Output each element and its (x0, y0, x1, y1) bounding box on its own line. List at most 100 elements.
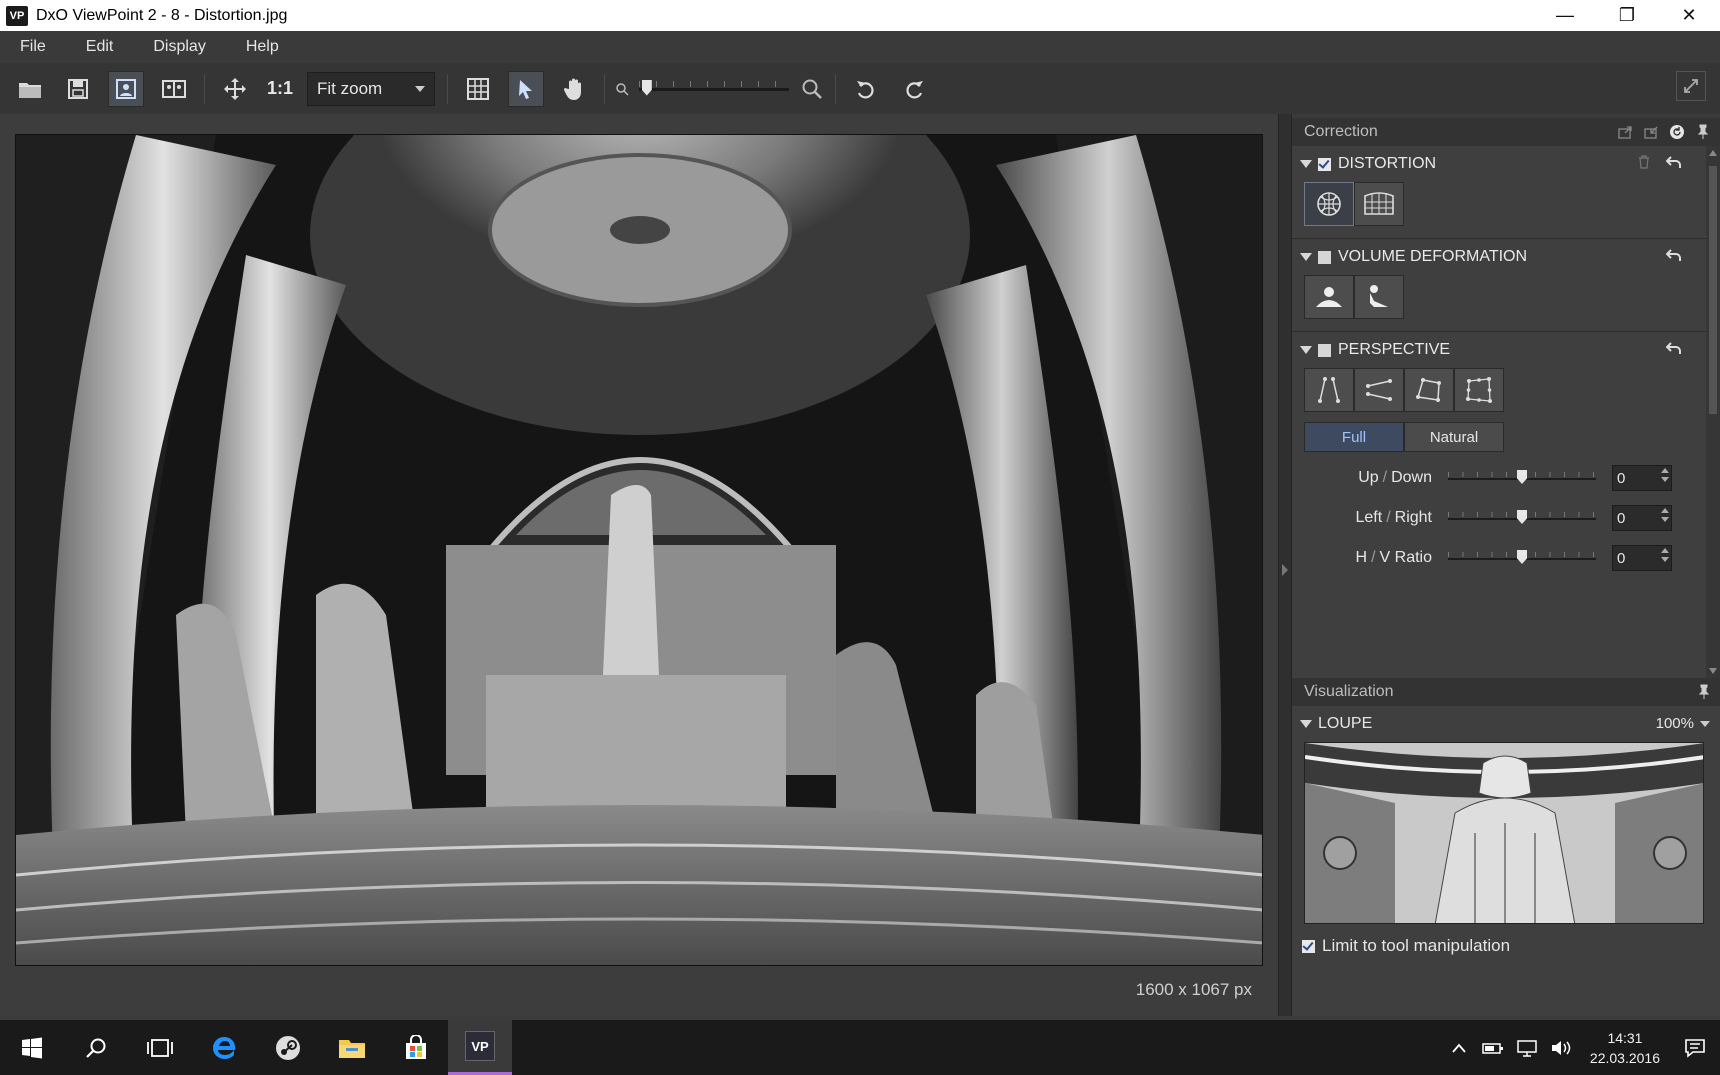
undo-button[interactable] (848, 71, 884, 107)
compare-view-button[interactable] (156, 71, 192, 107)
person-center-icon (1316, 287, 1342, 307)
notifications-icon[interactable] (1684, 1037, 1706, 1059)
trash-icon[interactable] (1638, 155, 1650, 174)
undo-icon[interactable] (1665, 155, 1682, 174)
zoom-slider-thumb[interactable] (641, 79, 652, 96)
pin-icon[interactable] (1694, 123, 1712, 141)
steam-button[interactable] (256, 1020, 320, 1075)
zoom-slider[interactable] (639, 79, 790, 99)
spherical-volume-button[interactable] (1354, 275, 1404, 319)
wide-angle-distortion-button[interactable] (1354, 182, 1404, 226)
store-button[interactable] (384, 1020, 448, 1075)
expand-triangle-icon[interactable] (1300, 160, 1312, 168)
scroll-down-icon[interactable] (1709, 668, 1717, 674)
hv-ratio-slider[interactable] (1448, 550, 1596, 566)
volume-tools (1304, 275, 1706, 319)
spinner-icon[interactable] (1661, 508, 1669, 522)
horizontal-parallel-button[interactable] (1354, 368, 1404, 412)
export-preset-icon[interactable] (1616, 123, 1634, 141)
file-explorer-button[interactable] (320, 1020, 384, 1075)
chevron-up-icon[interactable] (1448, 1037, 1470, 1059)
panel-splitter[interactable] (1278, 114, 1292, 1016)
collapse-arrow-icon[interactable] (1282, 564, 1288, 576)
volume-header[interactable]: VOLUME DEFORMATION (1292, 239, 1706, 275)
perspective-checkbox[interactable] (1318, 343, 1331, 357)
cylindrical-volume-button[interactable] (1304, 275, 1354, 319)
pin-icon[interactable] (1698, 684, 1710, 705)
image-canvas[interactable]: 1600 x 1067 px (0, 114, 1278, 1016)
spinner-icon[interactable] (1661, 548, 1669, 562)
select-tool-button[interactable] (508, 70, 545, 107)
vertical-parallel-button[interactable] (1304, 368, 1354, 412)
correction-panel-header: Correction (1292, 118, 1720, 146)
open-folder-button[interactable] (12, 71, 48, 107)
menu-display[interactable]: Display (133, 38, 225, 56)
toolbar-separator (204, 73, 205, 104)
correction-header-icons (1616, 123, 1712, 141)
battery-power-icon[interactable] (1482, 1037, 1504, 1059)
fisheye-distortion-button[interactable] (1304, 182, 1354, 226)
left-right-value-input[interactable]: 0 (1612, 505, 1672, 531)
left-right-slider[interactable] (1448, 510, 1596, 526)
fullscreen-button[interactable] (1676, 71, 1706, 101)
volume-checkbox[interactable] (1318, 250, 1331, 264)
close-button[interactable]: ✕ (1658, 0, 1720, 31)
loupe-zoom-select[interactable]: 100% (1656, 715, 1710, 732)
distortion-header[interactable]: DISTORTION (1292, 146, 1706, 182)
minimize-button[interactable]: — (1534, 0, 1596, 31)
distortion-checkbox[interactable] (1318, 157, 1331, 171)
toolbar-separator (604, 73, 606, 104)
move-button[interactable] (217, 71, 253, 107)
correction-scrollbar[interactable] (1706, 146, 1720, 678)
scroll-thumb[interactable] (1709, 166, 1717, 414)
slider-thumb[interactable] (1517, 550, 1527, 564)
slider-thumb[interactable] (1517, 510, 1527, 524)
mode-natural-button[interactable]: Natural (1404, 422, 1504, 452)
expand-triangle-icon[interactable] (1300, 253, 1312, 261)
mode-full-button[interactable]: Full (1304, 422, 1404, 452)
undo-icon[interactable] (1665, 248, 1682, 267)
limit-to-tool-checkbox[interactable] (1302, 939, 1315, 953)
perspective-header[interactable]: PERSPECTIVE (1292, 332, 1706, 368)
start-button[interactable] (0, 1020, 64, 1075)
expand-triangle-icon[interactable] (1300, 346, 1312, 354)
zoom-100-button[interactable]: 1:1 (267, 78, 293, 99)
expand-triangle-icon[interactable] (1300, 720, 1312, 728)
volume-icon[interactable] (1550, 1037, 1572, 1059)
single-view-button[interactable] (108, 70, 144, 107)
menu-file[interactable]: File (0, 38, 66, 56)
redo-button[interactable] (896, 71, 932, 107)
limit-to-tool-row[interactable]: Limit to tool manipulation (1292, 924, 1720, 968)
taskbar-clock[interactable]: 14:31 22.03.2016 (1590, 1028, 1660, 1068)
grid-button[interactable] (460, 71, 496, 107)
up-down-slider[interactable] (1448, 470, 1596, 486)
slider-thumb[interactable] (1517, 470, 1527, 484)
reset-all-icon[interactable] (1668, 123, 1686, 141)
hv-ratio-value-input[interactable]: 0 (1612, 545, 1672, 571)
undo-icon[interactable] (1665, 341, 1682, 360)
photo-preview[interactable] (15, 134, 1263, 966)
import-preset-icon[interactable] (1642, 123, 1660, 141)
eight-point-button[interactable] (1454, 368, 1504, 412)
hand-tool-button[interactable] (556, 71, 592, 107)
menu-help[interactable]: Help (226, 38, 299, 56)
windows-logo-icon (22, 1037, 42, 1058)
viewpoint-taskbar-button[interactable]: VP (448, 1020, 512, 1075)
viewpoint-app-icon: VP (465, 1031, 495, 1061)
search-button[interactable] (64, 1020, 128, 1075)
chevron-down-icon (415, 85, 426, 92)
save-button[interactable] (60, 71, 96, 107)
restore-button[interactable]: ❐ (1596, 0, 1658, 31)
network-icon[interactable] (1516, 1037, 1538, 1059)
spinner-icon[interactable] (1661, 468, 1669, 482)
scroll-up-icon[interactable] (1709, 150, 1717, 156)
edge-button[interactable] (192, 1020, 256, 1075)
loupe-header[interactable]: LOUPE 100% (1292, 706, 1720, 742)
up-down-value-input[interactable]: 0 (1612, 465, 1672, 491)
menu-edit[interactable]: Edit (66, 38, 134, 56)
zoom-select[interactable]: Fit zoom (307, 71, 436, 106)
rectangle-button[interactable] (1404, 368, 1454, 412)
clock-date: 22.03.2016 (1589, 1049, 1660, 1066)
loupe-preview[interactable] (1304, 742, 1704, 924)
task-view-button[interactable] (128, 1020, 192, 1075)
